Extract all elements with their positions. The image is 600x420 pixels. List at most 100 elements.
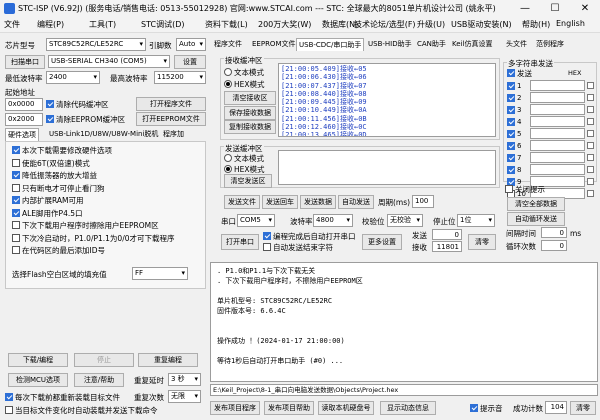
publish-help-button[interactable]: 发布项目帮助 bbox=[264, 401, 314, 415]
scan-port-button[interactable]: 扫描串口 bbox=[5, 55, 45, 69]
hardware-option[interactable]: 下次下载用户程序时擦除用户EEPROM区 bbox=[12, 220, 159, 231]
check-mcu-button[interactable]: 检测MCU选项 bbox=[8, 373, 68, 387]
repeat-delay-select[interactable]: 3 秒 bbox=[168, 373, 201, 386]
loop-count-input[interactable]: 0 bbox=[541, 240, 567, 251]
menu-forum[interactable]: 技术论坛/选型(F) bbox=[354, 19, 416, 30]
fill-value-select[interactable]: FF bbox=[132, 267, 188, 280]
send-file-button[interactable]: 发送文件 bbox=[224, 195, 260, 209]
parity-select[interactable]: 无校验 bbox=[387, 214, 423, 227]
string-input[interactable] bbox=[530, 152, 585, 163]
tab-usb-hid[interactable]: USB-HID助手 bbox=[366, 38, 414, 51]
row-enable-checkbox[interactable] bbox=[507, 82, 515, 90]
menu-help[interactable]: 帮助(H) bbox=[522, 19, 550, 30]
chip-model-select[interactable]: STC89C52RC/LE52RC bbox=[46, 38, 146, 51]
row-hex-checkbox[interactable] bbox=[587, 94, 594, 101]
close-tip-option[interactable]: 关闭提示 bbox=[505, 184, 545, 195]
menu-award[interactable]: 200万大奖(W) bbox=[258, 19, 311, 30]
clear-success-button[interactable]: 清零 bbox=[570, 401, 596, 415]
tab-eeprom-file[interactable]: EEPROM文件 bbox=[250, 38, 297, 51]
string-input[interactable] bbox=[530, 104, 585, 115]
min-baud-select[interactable]: 2400 bbox=[46, 71, 100, 84]
send-enter-button[interactable]: 发送回车 bbox=[262, 195, 298, 209]
max-baud-select[interactable]: 115200 bbox=[154, 71, 206, 84]
menu-program[interactable]: 编程(P) bbox=[37, 19, 64, 30]
row-enable-checkbox[interactable] bbox=[507, 106, 515, 114]
send-text-mode-option[interactable]: 文本模式 bbox=[224, 153, 264, 164]
tab-program-file[interactable]: 程序文件 bbox=[212, 38, 244, 51]
row-hex-checkbox[interactable] bbox=[587, 178, 594, 185]
auto-loop-send-button[interactable]: 自动循环发送 bbox=[507, 212, 565, 226]
hardware-option[interactable]: 在代码区的最后添加ID号 bbox=[12, 245, 105, 256]
auto-send-option[interactable]: 当目标文件变化时自动装载并发送下载命令 bbox=[5, 405, 158, 416]
menu-docs[interactable]: 资料下载(L) bbox=[205, 19, 248, 30]
publish-project-button[interactable]: 发布项目程序 bbox=[210, 401, 260, 415]
row-enable-checkbox[interactable] bbox=[507, 94, 515, 102]
clear-code-buffer-option[interactable]: 清除代码缓冲区 bbox=[46, 99, 109, 110]
code-address-input[interactable]: 0x0000 bbox=[5, 98, 43, 111]
hardware-option[interactable]: ALE脚用作P4.5口 bbox=[12, 208, 83, 219]
string-input[interactable] bbox=[530, 92, 585, 103]
close-button[interactable]: ✕ bbox=[570, 0, 600, 17]
row-enable-checkbox[interactable] bbox=[507, 154, 515, 162]
send-input[interactable] bbox=[278, 150, 496, 185]
tab-usb-cdc[interactable]: USB-CDC/串口助手 bbox=[296, 38, 365, 51]
open-eeprom-button[interactable]: 打开EEPROM文件 bbox=[136, 112, 206, 126]
tab-program-encrypt[interactable]: 程序加 bbox=[161, 128, 186, 141]
row-hex-checkbox[interactable] bbox=[587, 166, 594, 173]
minimize-button[interactable]: — bbox=[510, 0, 540, 17]
text-mode-option[interactable]: 文本模式 bbox=[224, 67, 264, 78]
string-input[interactable] bbox=[530, 164, 585, 175]
maximize-button[interactable]: ☐ bbox=[540, 0, 570, 17]
hardware-option[interactable]: 下次冷启动时，P1.0/P1.1为0/0才可下载程序 bbox=[12, 233, 175, 244]
open-program-button[interactable]: 打开程序文件 bbox=[136, 97, 206, 111]
string-input[interactable] bbox=[530, 140, 585, 151]
output-log[interactable]: . P1.0和P1.1与下次下载无关 . 下次下载用户程序时，不擦除用户EEPRO… bbox=[210, 262, 598, 382]
row-enable-checkbox[interactable] bbox=[507, 166, 515, 174]
hardware-option[interactable]: 使能6T(双倍速)模式 bbox=[12, 158, 90, 169]
show-dynamic-info-button[interactable]: 显示动态信息 bbox=[380, 401, 436, 415]
menu-upgrade[interactable]: 升级(U) bbox=[417, 19, 445, 30]
string-input[interactable] bbox=[530, 80, 585, 91]
menu-database[interactable]: 数据库(N) bbox=[322, 19, 358, 30]
clear-eeprom-buffer-option[interactable]: 清除EEPROM缓冲区 bbox=[46, 114, 125, 125]
period-input[interactable]: 100 bbox=[412, 195, 434, 208]
row-enable-checkbox[interactable] bbox=[507, 118, 515, 126]
menu-english[interactable]: English bbox=[556, 19, 585, 28]
row-hex-checkbox[interactable] bbox=[587, 190, 594, 197]
row-enable-checkbox[interactable] bbox=[507, 142, 515, 150]
repeat-count-select[interactable]: 无限 bbox=[168, 390, 201, 403]
copy-receive-button[interactable]: 复制接收数据 bbox=[224, 120, 276, 134]
clear-receive-button[interactable]: 清空接收区 bbox=[224, 91, 276, 105]
row-hex-checkbox[interactable] bbox=[587, 142, 594, 149]
tab-usb-link[interactable]: USB-Link1D/U8W/U8W-Mini脱机 bbox=[47, 128, 160, 141]
settings-button[interactable]: 设置 bbox=[174, 55, 206, 69]
string-input[interactable] bbox=[530, 116, 585, 127]
tab-can[interactable]: CAN助手 bbox=[415, 38, 448, 51]
row-hex-checkbox[interactable] bbox=[587, 154, 594, 161]
reprogram-button[interactable]: 重复编程 bbox=[138, 353, 198, 367]
auto-end-char-option[interactable]: 自动发送结束字符 bbox=[263, 242, 333, 253]
hardware-option[interactable]: 内部扩展RAM可用 bbox=[12, 195, 84, 206]
tab-header-file[interactable]: 头文件 bbox=[504, 38, 529, 51]
save-receive-button[interactable]: 保存接收数据 bbox=[224, 106, 276, 120]
tip-sound-option[interactable]: 提示音 bbox=[470, 403, 503, 414]
open-port-button[interactable]: 打开串口 bbox=[221, 234, 259, 250]
eeprom-address-input[interactable]: 0x2000 bbox=[5, 113, 43, 126]
hardware-option[interactable]: 只有断电才可停止看门狗 bbox=[12, 183, 105, 194]
receive-log[interactable]: [21:00:05.409]接收←05 [21:00:06.430]接收←06 [2… bbox=[278, 63, 496, 137]
tab-examples[interactable]: 范例程序 bbox=[534, 38, 566, 51]
stop-bits-select[interactable]: 1位 bbox=[457, 214, 495, 227]
menu-file[interactable]: 文件 bbox=[4, 19, 20, 30]
tab-hardware-options[interactable]: 硬件选项 bbox=[5, 128, 39, 141]
row-hex-checkbox[interactable] bbox=[587, 118, 594, 125]
pins-select[interactable]: Auto bbox=[176, 38, 206, 51]
baud-select[interactable]: 4800 bbox=[313, 214, 353, 227]
hardware-option[interactable]: 降低振荡器的放大增益 bbox=[12, 170, 97, 181]
more-settings-button[interactable]: 更多设置 bbox=[362, 234, 402, 250]
row-enable-checkbox[interactable] bbox=[507, 130, 515, 138]
tab-keil[interactable]: Keil仿真设置 bbox=[450, 38, 494, 51]
menu-tools[interactable]: 工具(T) bbox=[89, 19, 116, 30]
row-hex-checkbox[interactable] bbox=[587, 82, 594, 89]
help-button[interactable]: 注意/帮助 bbox=[74, 373, 124, 387]
hardware-option[interactable]: 本次下载需要修改硬件选项 bbox=[12, 145, 112, 156]
